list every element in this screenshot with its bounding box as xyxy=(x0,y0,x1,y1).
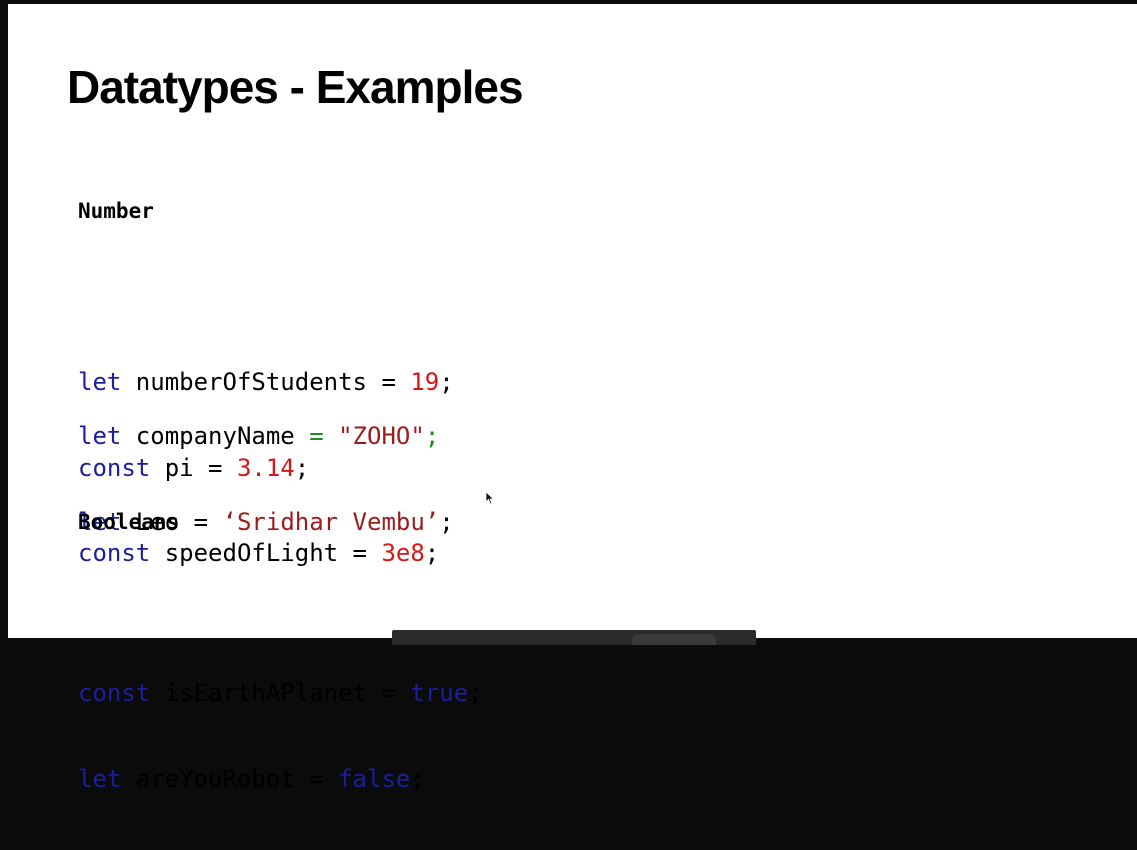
controls-handle[interactable] xyxy=(632,634,716,645)
section-heading-booleans: Booleans xyxy=(78,510,180,534)
player-controls-bar[interactable] xyxy=(392,630,756,645)
code-line: let companyName = "ZOHO"; xyxy=(78,422,454,451)
section-heading-number: Number xyxy=(78,199,154,223)
keyword: let xyxy=(78,764,122,793)
boolean-literal: false xyxy=(338,764,411,793)
assign-operator: = xyxy=(309,422,324,450)
code-text: isEarthAPlanet = xyxy=(150,679,411,707)
keyword: const xyxy=(78,679,151,707)
booleans-section: Booleans const isEarthAPlanet = true; le… xyxy=(78,451,483,850)
slide-title: Datatypes - Examples xyxy=(67,61,524,113)
semicolon: ; xyxy=(424,422,440,450)
presentation-slide: Datatypes - Examples Number let numberOf… xyxy=(8,4,1137,793)
code-text: areYouRobot = xyxy=(121,764,339,793)
keyword: let xyxy=(78,422,122,450)
code-line: let areYouRobot = false; xyxy=(78,765,483,794)
code-line: const isEarthAPlanet = true; xyxy=(78,679,483,708)
semicolon: ; xyxy=(410,764,425,793)
mouse-pointer-icon xyxy=(485,491,495,505)
string-literal: "ZOHO" xyxy=(338,422,425,450)
boolean-literal: true xyxy=(410,679,469,707)
semicolon: ; xyxy=(468,679,483,707)
code-text: companyName xyxy=(121,422,310,450)
